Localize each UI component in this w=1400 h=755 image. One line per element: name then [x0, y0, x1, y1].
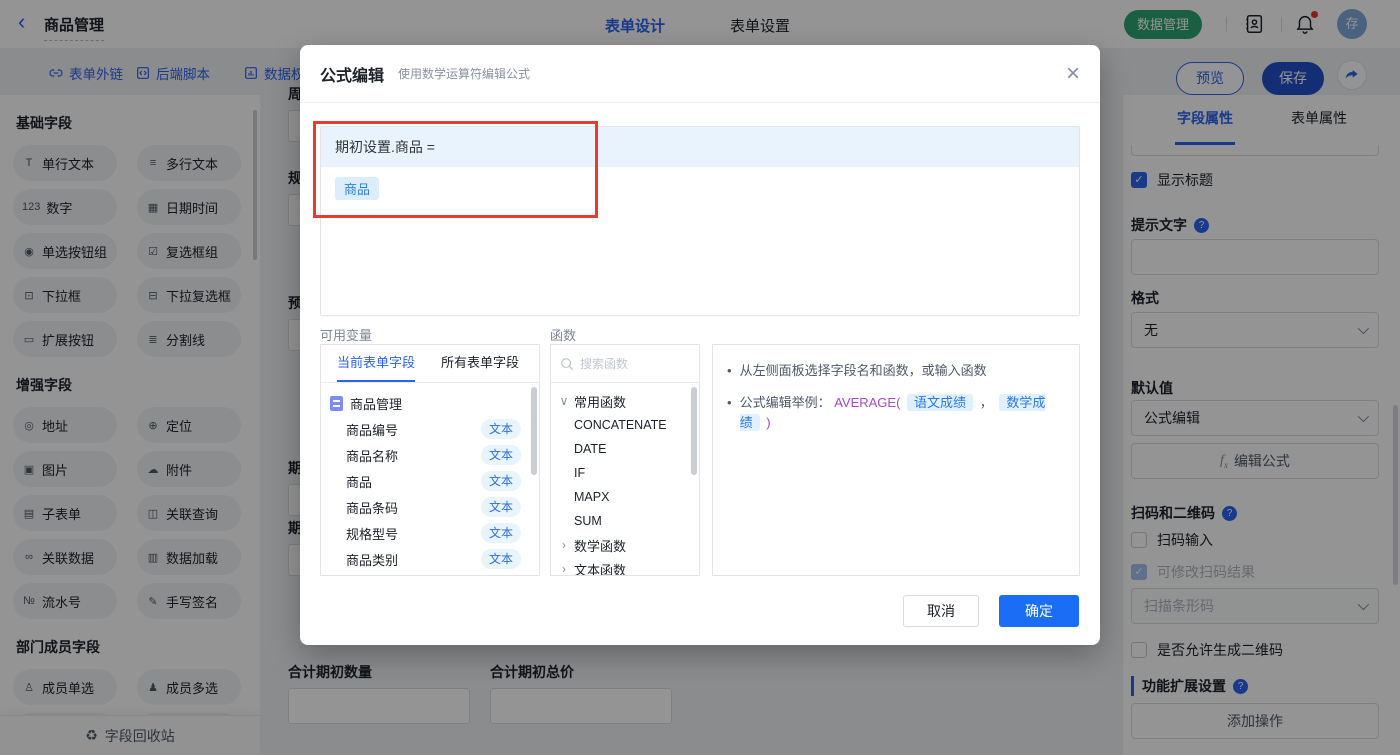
functions-panel: ∨ 常用函数 CONCATENATE DATE IF MAPX SUM — [550, 344, 700, 576]
variable-field-item[interactable]: 商品名称 文本 — [321, 442, 539, 468]
variable-field-name: 规格型号 — [346, 526, 399, 542]
variables-tabs: 当前表单字段 所有表单字段 — [321, 345, 539, 383]
tip-line-2: • 公式编辑举例： AVERAGE( 语文成绩 ， 数学成绩 ) — [727, 393, 1065, 433]
variable-field-type-badge: 文本 — [480, 497, 521, 517]
form-icon — [330, 395, 343, 411]
functions-tree: ∨ 常用函数 CONCATENATE DATE IF MAPX SUM › 数学… — [551, 383, 699, 576]
tip-line-1: • 从左侧面板选择字段名和函数，或输入函数 — [727, 361, 1065, 381]
variable-field-name: 商品编号 — [346, 422, 399, 438]
variable-field-type-badge: 文本 — [480, 471, 521, 491]
tab-all-form-fields[interactable]: 所有表单字段 — [441, 345, 519, 382]
bullet: • — [727, 395, 732, 410]
variable-field-item[interactable]: 商品条码 文本 — [321, 494, 539, 520]
functions-scrollbar[interactable] — [691, 387, 697, 475]
cancel-button[interactable]: 取消 — [903, 595, 979, 627]
variables-tree: 商品管理 商品编号 文本 商品名称 文本 商品 文本 商品条码 文本 规格型号 … — [321, 383, 539, 572]
confirm-button[interactable]: 确定 — [999, 595, 1079, 627]
variable-field-type-badge: 文本 — [480, 445, 521, 465]
tip-comma: ， — [979, 395, 993, 410]
screen: ‹ 商品管理 表单设计 表单设置 数据管理 存 表单外链 后端脚本 数据权 预览… — [0, 0, 1400, 755]
variables-scrollbar[interactable] — [531, 387, 537, 475]
tip-function-close: ) — [766, 415, 771, 430]
tips-panel: • 从左侧面板选择字段名和函数，或输入函数 • 公式编辑举例： AVERAGE(… — [712, 344, 1080, 576]
function-group-math[interactable]: › 数学函数 — [551, 533, 699, 557]
search-icon — [561, 357, 574, 370]
variable-field-item[interactable]: 商品 文本 — [321, 468, 539, 494]
function-item[interactable]: DATE — [551, 437, 699, 461]
close-icon[interactable]: × — [1066, 61, 1080, 86]
variable-field-item[interactable]: 商品编号 文本 — [321, 416, 539, 442]
function-list: CONCATENATE DATE IF MAPX SUM — [551, 413, 699, 533]
function-item[interactable]: MAPX — [551, 485, 699, 509]
tip-field-tag: 语文成绩 — [907, 394, 974, 411]
variable-field-name: 商品 — [346, 474, 373, 490]
variable-field-type-badge: 文本 — [480, 523, 521, 543]
function-group-text[interactable]: › 文本函数 — [551, 557, 699, 576]
formula-lhs: 期初设置.商品 = — [321, 127, 1079, 167]
variables-field-list: 商品编号 文本 商品名称 文本 商品 文本 商品条码 文本 规格型号 文本 商品… — [321, 416, 539, 572]
formula-editor[interactable]: 期初设置.商品 = 商品 — [320, 126, 1080, 316]
variables-panel: 当前表单字段 所有表单字段 商品管理 商品编号 文本 商品名称 文本 商品 文本… — [320, 344, 540, 576]
chevron-collapsed-icon: › — [562, 538, 566, 552]
variable-field-name: 商品名称 — [346, 448, 399, 464]
function-search-input[interactable] — [580, 356, 680, 371]
tab-current-form-fields[interactable]: 当前表单字段 — [337, 345, 416, 382]
function-group-label: 数学函数 — [574, 538, 627, 554]
variables-label: 可用变量 — [320, 328, 373, 343]
variables-root-label: 商品管理 — [350, 396, 403, 412]
variable-field-item[interactable]: 规格型号 文本 — [321, 520, 539, 546]
variable-field-item[interactable]: 商品类别 文本 — [321, 546, 539, 572]
function-group-label: 文本函数 — [574, 562, 627, 576]
tip-example-prefix: 公式编辑举例： — [739, 395, 831, 410]
formula-edit-modal: 公式编辑 使用数学运算符编辑公式 × 期初设置.商品 = 商品 可用变量 函数 … — [300, 45, 1100, 645]
function-group-common[interactable]: ∨ 常用函数 — [551, 389, 699, 413]
functions-label: 函数 — [550, 328, 577, 343]
modal-subtitle: 使用数学运算符编辑公式 — [398, 67, 531, 81]
tip-text: 从左侧面板选择字段名和函数，或输入函数 — [739, 363, 987, 378]
formula-field-tag[interactable]: 商品 — [335, 177, 380, 200]
modal-title: 公式编辑 — [320, 67, 385, 85]
function-item[interactable]: IF — [551, 461, 699, 485]
chevron-collapsed-icon: › — [562, 562, 566, 576]
modal-header: 公式编辑 使用数学运算符编辑公式 × — [300, 45, 1100, 103]
variable-field-type-badge: 文本 — [480, 419, 521, 439]
variable-field-name: 商品条码 — [346, 500, 399, 516]
variable-field-type-badge: 文本 — [480, 549, 521, 569]
tip-text: 公式编辑举例： AVERAGE( 语文成绩 ， 数学成绩 ) — [739, 393, 1065, 433]
function-group-label: 常用函数 — [574, 394, 627, 410]
chevron-expanded-icon: ∨ — [559, 394, 569, 408]
function-item[interactable]: SUM — [551, 509, 699, 533]
variable-field-name: 商品类别 — [346, 552, 399, 568]
variables-tree-root[interactable]: 商品管理 — [321, 390, 539, 416]
bullet: • — [727, 363, 732, 378]
tip-function-open: AVERAGE( — [834, 395, 901, 410]
function-search — [551, 345, 699, 383]
function-item[interactable]: CONCATENATE — [551, 413, 699, 437]
